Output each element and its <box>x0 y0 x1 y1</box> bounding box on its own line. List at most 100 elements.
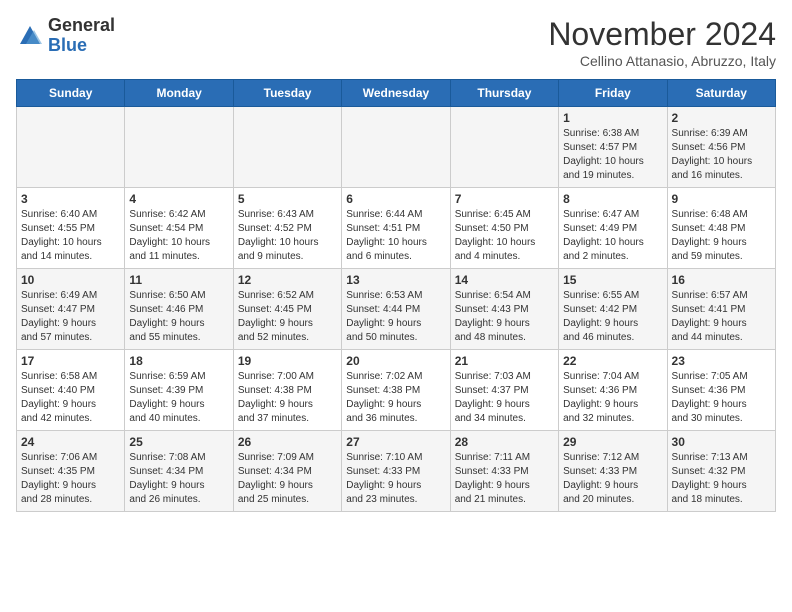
day-number: 20 <box>346 354 445 368</box>
day-info: Sunrise: 6:43 AM Sunset: 4:52 PM Dayligh… <box>238 208 337 264</box>
calendar-cell: 16Sunrise: 6:57 AM Sunset: 4:41 PM Dayli… <box>667 269 775 350</box>
weekday-header-wednesday: Wednesday <box>342 80 450 107</box>
calendar-cell: 10 Sunrise: 6:49 AM Sunset: 4:47 PM Dayli… <box>17 269 125 350</box>
day-number: 30 <box>672 435 771 449</box>
day-number: 28 <box>455 435 554 449</box>
day-number: 5 <box>238 192 337 206</box>
calendar-cell: 14 Sunrise: 6:54 AM Sunset: 4:43 PM Dayli… <box>450 269 558 350</box>
weekday-header-row: SundayMondayTuesdayWednesdayThursdayFrid… <box>17 80 776 107</box>
calendar-cell: 15 Sunrise: 6:55 AM Sunset: 4:42 PM Dayli… <box>559 269 667 350</box>
day-info: Sunrise: 6:38 AM Sunset: 4:57 PM Dayligh… <box>563 127 662 183</box>
calendar-cell: 4 Sunrise: 6:42 AM Sunset: 4:54 PM Daylig… <box>125 188 233 269</box>
day-number: 14 <box>455 273 554 287</box>
calendar-cell: 2Sunrise: 6:39 AM Sunset: 4:56 PM Daylig… <box>667 107 775 188</box>
calendar-subtitle: Cellino Attanasio, Abruzzo, Italy <box>548 53 776 69</box>
day-number: 8 <box>563 192 662 206</box>
calendar-cell <box>342 107 450 188</box>
calendar-cell: 29 Sunrise: 7:12 AM Sunset: 4:33 PM Dayli… <box>559 431 667 512</box>
day-number: 17 <box>21 354 120 368</box>
title-block: November 2024 Cellino Attanasio, Abruzzo… <box>548 16 776 69</box>
logo-text: General Blue <box>48 16 115 56</box>
day-number: 7 <box>455 192 554 206</box>
day-number: 26 <box>238 435 337 449</box>
day-number: 9 <box>672 192 771 206</box>
day-number: 27 <box>346 435 445 449</box>
day-number: 22 <box>563 354 662 368</box>
logo-icon <box>16 22 44 50</box>
calendar-cell <box>125 107 233 188</box>
week-row-5: 24Sunrise: 7:06 AM Sunset: 4:35 PM Dayli… <box>17 431 776 512</box>
day-info: Sunrise: 6:44 AM Sunset: 4:51 PM Dayligh… <box>346 208 445 264</box>
calendar-cell: 25 Sunrise: 7:08 AM Sunset: 4:34 PM Dayli… <box>125 431 233 512</box>
day-info: Sunrise: 7:05 AM Sunset: 4:36 PM Dayligh… <box>672 370 771 426</box>
day-info: Sunrise: 6:45 AM Sunset: 4:50 PM Dayligh… <box>455 208 554 264</box>
calendar-cell: 24Sunrise: 7:06 AM Sunset: 4:35 PM Dayli… <box>17 431 125 512</box>
weekday-header-tuesday: Tuesday <box>233 80 341 107</box>
week-row-1: 1Sunrise: 6:38 AM Sunset: 4:57 PM Daylig… <box>17 107 776 188</box>
calendar-cell <box>233 107 341 188</box>
weekday-header-monday: Monday <box>125 80 233 107</box>
calendar-cell: 9 Sunrise: 6:48 AM Sunset: 4:48 PM Daylig… <box>667 188 775 269</box>
day-number: 25 <box>129 435 228 449</box>
day-number: 15 <box>563 273 662 287</box>
week-row-2: 3 Sunrise: 6:40 AM Sunset: 4:55 PM Daylig… <box>17 188 776 269</box>
day-number: 2 <box>672 111 771 125</box>
calendar-cell: 18 Sunrise: 6:59 AM Sunset: 4:39 PM Dayli… <box>125 350 233 431</box>
day-number: 24 <box>21 435 120 449</box>
day-info: Sunrise: 6:49 AM Sunset: 4:47 PM Dayligh… <box>21 289 120 345</box>
weekday-header-sunday: Sunday <box>17 80 125 107</box>
weekday-header-friday: Friday <box>559 80 667 107</box>
calendar-cell: 6 Sunrise: 6:44 AM Sunset: 4:51 PM Daylig… <box>342 188 450 269</box>
day-number: 16 <box>672 273 771 287</box>
weekday-header-saturday: Saturday <box>667 80 775 107</box>
day-info: Sunrise: 7:00 AM Sunset: 4:38 PM Dayligh… <box>238 370 337 426</box>
day-number: 13 <box>346 273 445 287</box>
day-info: Sunrise: 6:48 AM Sunset: 4:48 PM Dayligh… <box>672 208 771 264</box>
calendar-cell: 13 Sunrise: 6:53 AM Sunset: 4:44 PM Dayli… <box>342 269 450 350</box>
calendar-cell: 5 Sunrise: 6:43 AM Sunset: 4:52 PM Daylig… <box>233 188 341 269</box>
calendar-cell: 3 Sunrise: 6:40 AM Sunset: 4:55 PM Daylig… <box>17 188 125 269</box>
calendar-cell: 19 Sunrise: 7:00 AM Sunset: 4:38 PM Dayli… <box>233 350 341 431</box>
day-info: Sunrise: 7:11 AM Sunset: 4:33 PM Dayligh… <box>455 451 554 507</box>
day-info: Sunrise: 6:40 AM Sunset: 4:55 PM Dayligh… <box>21 208 120 264</box>
day-number: 11 <box>129 273 228 287</box>
weekday-header-thursday: Thursday <box>450 80 558 107</box>
logo-blue: Blue <box>48 35 87 55</box>
logo: General Blue <box>16 16 115 56</box>
day-info: Sunrise: 6:59 AM Sunset: 4:39 PM Dayligh… <box>129 370 228 426</box>
day-number: 12 <box>238 273 337 287</box>
page-header: General Blue November 2024 Cellino Attan… <box>16 16 776 69</box>
calendar-table: SundayMondayTuesdayWednesdayThursdayFrid… <box>16 79 776 512</box>
calendar-cell: 7 Sunrise: 6:45 AM Sunset: 4:50 PM Daylig… <box>450 188 558 269</box>
day-number: 6 <box>346 192 445 206</box>
day-info: Sunrise: 7:04 AM Sunset: 4:36 PM Dayligh… <box>563 370 662 426</box>
day-info: Sunrise: 7:12 AM Sunset: 4:33 PM Dayligh… <box>563 451 662 507</box>
day-info: Sunrise: 6:42 AM Sunset: 4:54 PM Dayligh… <box>129 208 228 264</box>
day-info: Sunrise: 6:52 AM Sunset: 4:45 PM Dayligh… <box>238 289 337 345</box>
day-info: Sunrise: 6:54 AM Sunset: 4:43 PM Dayligh… <box>455 289 554 345</box>
day-info: Sunrise: 7:08 AM Sunset: 4:34 PM Dayligh… <box>129 451 228 507</box>
day-info: Sunrise: 7:03 AM Sunset: 4:37 PM Dayligh… <box>455 370 554 426</box>
day-number: 10 <box>21 273 120 287</box>
calendar-cell: 11Sunrise: 6:50 AM Sunset: 4:46 PM Dayli… <box>125 269 233 350</box>
calendar-cell <box>17 107 125 188</box>
calendar-cell: 22 Sunrise: 7:04 AM Sunset: 4:36 PM Dayli… <box>559 350 667 431</box>
week-row-3: 10 Sunrise: 6:49 AM Sunset: 4:47 PM Dayli… <box>17 269 776 350</box>
day-number: 4 <box>129 192 228 206</box>
day-number: 18 <box>129 354 228 368</box>
day-number: 23 <box>672 354 771 368</box>
day-number: 19 <box>238 354 337 368</box>
day-info: Sunrise: 7:02 AM Sunset: 4:38 PM Dayligh… <box>346 370 445 426</box>
day-info: Sunrise: 6:47 AM Sunset: 4:49 PM Dayligh… <box>563 208 662 264</box>
calendar-cell: 23 Sunrise: 7:05 AM Sunset: 4:36 PM Dayli… <box>667 350 775 431</box>
logo-general: General <box>48 15 115 35</box>
calendar-cell: 8 Sunrise: 6:47 AM Sunset: 4:49 PM Daylig… <box>559 188 667 269</box>
day-number: 29 <box>563 435 662 449</box>
week-row-4: 17 Sunrise: 6:58 AM Sunset: 4:40 PM Dayli… <box>17 350 776 431</box>
day-number: 3 <box>21 192 120 206</box>
day-info: Sunrise: 6:58 AM Sunset: 4:40 PM Dayligh… <box>21 370 120 426</box>
day-info: Sunrise: 6:53 AM Sunset: 4:44 PM Dayligh… <box>346 289 445 345</box>
calendar-cell: 26Sunrise: 7:09 AM Sunset: 4:34 PM Dayli… <box>233 431 341 512</box>
day-info: Sunrise: 6:55 AM Sunset: 4:42 PM Dayligh… <box>563 289 662 345</box>
calendar-cell: 21Sunrise: 7:03 AM Sunset: 4:37 PM Dayli… <box>450 350 558 431</box>
